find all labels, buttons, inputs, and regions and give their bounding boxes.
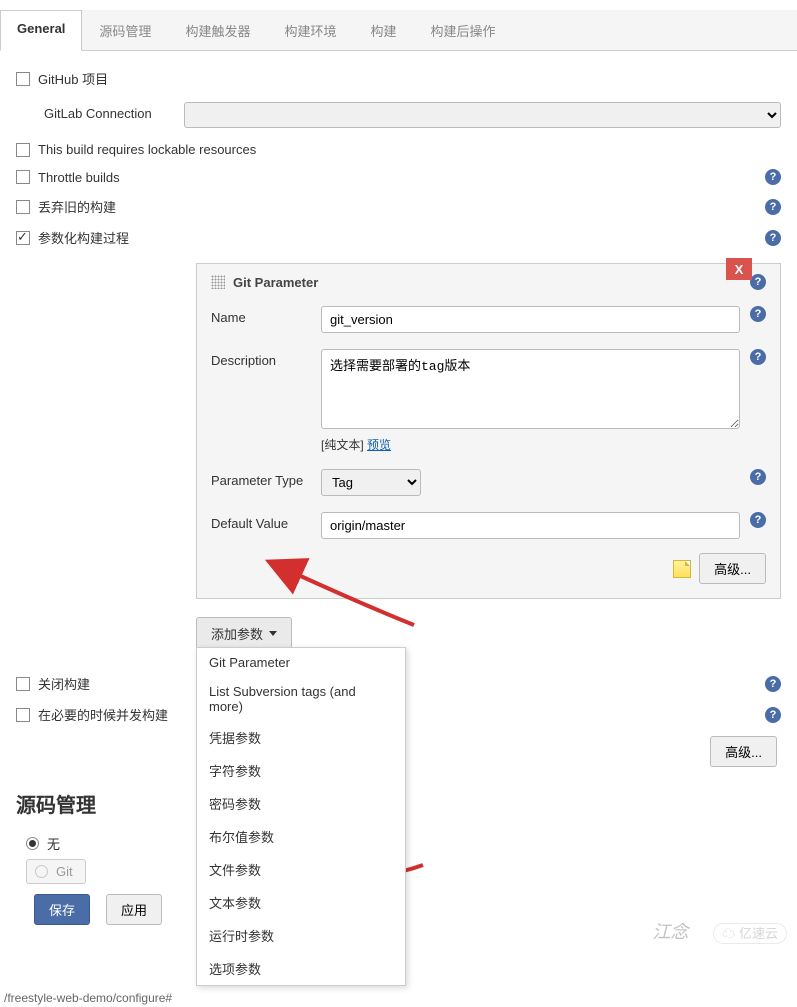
menu-item[interactable]: 字符参数 [197,754,405,787]
concurrent-build-label: 在必要的时候并发构建 [38,705,168,724]
help-icon[interactable]: ? [765,707,781,723]
scm-git-label: Git [56,864,73,879]
scm-none-radio[interactable] [26,837,39,850]
panel-title: Git Parameter [233,275,318,290]
github-project-label: GitHub 项目 [38,69,108,88]
help-icon[interactable]: ? [750,274,766,290]
close-build-label: 关闭构建 [38,674,90,693]
tab-env[interactable]: 构建环境 [267,10,353,50]
lockable-resources-checkbox[interactable] [16,143,30,157]
apply-button[interactable]: 应用 [106,894,162,925]
scm-git-radio[interactable] [35,865,48,878]
panel-close-button[interactable]: X [726,258,752,280]
tab-scm[interactable]: 源码管理 [82,10,168,50]
parameterized-label: 参数化构建过程 [38,228,129,247]
advanced-button[interactable]: 高级... [699,553,766,584]
help-icon[interactable]: ? [750,469,766,485]
lockable-resources-label: This build requires lockable resources [38,142,256,157]
help-icon[interactable]: ? [750,349,766,365]
discard-old-checkbox[interactable] [16,200,30,214]
tab-triggers[interactable]: 构建触发器 [168,10,267,50]
param-desc-textarea[interactable] [321,349,740,429]
add-parameter-label: 添加参数 [211,624,263,643]
param-desc-label: Description [211,349,321,368]
menu-item[interactable]: 文件参数 [197,853,405,886]
menu-item[interactable]: 文本参数 [197,886,405,919]
help-icon[interactable]: ? [765,230,781,246]
help-icon[interactable]: ? [765,169,781,185]
config-tabs: General 源码管理 构建触发器 构建环境 构建 构建后操作 [0,10,797,51]
help-icon[interactable]: ? [765,676,781,692]
add-parameter-menu: Git Parameter List Subversion tags (and … [196,647,406,986]
note-icon [673,560,691,578]
gitlab-connection-select[interactable] [184,102,781,128]
close-build-checkbox[interactable] [16,677,30,691]
preview-link[interactable]: 预览 [367,438,391,452]
add-parameter-button[interactable]: 添加参数 [196,617,292,650]
github-project-checkbox[interactable] [16,72,30,86]
param-name-label: Name [211,306,321,325]
git-parameter-panel: X Git Parameter ? Name ? Description [纯文… [196,263,781,599]
menu-item[interactable]: Git Parameter [197,648,405,677]
parameterized-checkbox[interactable] [16,231,30,245]
param-name-input[interactable] [321,306,740,333]
tab-post[interactable]: 构建后操作 [413,10,512,50]
tab-general[interactable]: General [0,10,82,51]
menu-item[interactable]: 凭据参数 [197,721,405,754]
concurrent-build-checkbox[interactable] [16,708,30,722]
general-section: GitHub 项目 GitLab Connection This build r… [0,51,797,989]
menu-item[interactable]: List Subversion tags (and more) [197,677,405,721]
param-default-label: Default Value [211,512,321,531]
url-path: /freestyle-web-demo/configure# [0,989,797,1007]
help-icon[interactable]: ? [750,512,766,528]
save-button[interactable]: 保存 [34,894,90,925]
tab-build[interactable]: 构建 [353,10,413,50]
throttle-builds-checkbox[interactable] [16,170,30,184]
menu-item[interactable]: 密码参数 [197,787,405,820]
throttle-builds-label: Throttle builds [38,170,120,185]
plain-text-label: [纯文本] [321,438,364,452]
help-icon[interactable]: ? [750,306,766,322]
advanced-button-2[interactable]: 高级... [710,736,777,767]
scm-none-label: 无 [47,834,60,853]
gitlab-connection-label: GitLab Connection [44,102,184,121]
discard-old-label: 丢弃旧的构建 [38,197,116,216]
param-default-input[interactable] [321,512,740,539]
menu-item[interactable]: 选项参数 [197,952,405,985]
chevron-down-icon [269,631,277,636]
help-icon[interactable]: ? [765,199,781,215]
param-type-select[interactable]: Tag [321,469,421,496]
menu-item[interactable]: 运行时参数 [197,919,405,952]
param-type-label: Parameter Type [211,469,321,488]
menu-item[interactable]: 布尔值参数 [197,820,405,853]
drag-handle-icon[interactable] [211,275,225,289]
